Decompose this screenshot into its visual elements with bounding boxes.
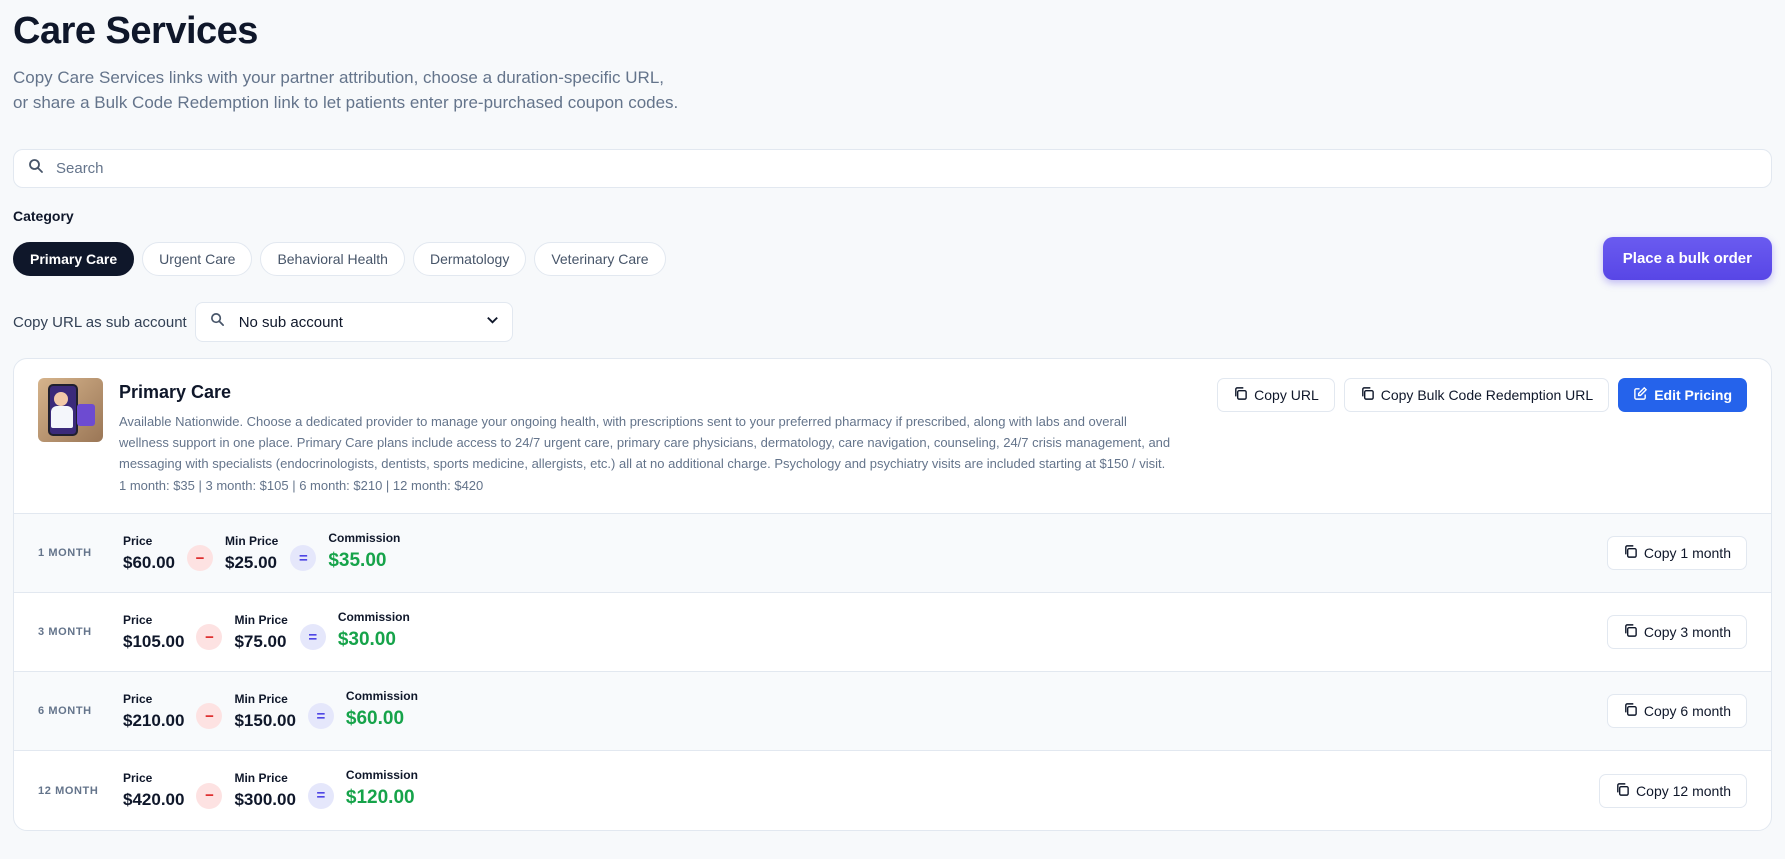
search-bar[interactable] [13, 149, 1772, 188]
page-title: Care Services [13, 10, 258, 52]
copy-6-month-button[interactable]: Copy 6 month [1606, 694, 1747, 728]
category-row: Primary Care Urgent Care Behavioral Heal… [13, 237, 1772, 280]
edit-icon [1633, 386, 1648, 404]
search-icon [28, 158, 44, 179]
pricing-row-3-month: 3 MONTH Price $105.00 − Min Price $75.00 =… [14, 593, 1771, 672]
duration-label: 12 MONTH [38, 784, 99, 797]
service-card: Primary Care Available Nationwide. Choos… [13, 358, 1772, 831]
copy-icon [1623, 702, 1638, 720]
service-title: Primary Care [119, 382, 232, 402]
duration-label: 3 MONTH [38, 626, 92, 638]
equals-icon: = [299, 624, 326, 650]
copy-icon [1623, 544, 1638, 562]
copy-icon [1360, 386, 1375, 404]
minus-icon: − [196, 624, 223, 650]
price-cell: Price $60.00 [123, 533, 175, 572]
category-chips: Primary Care Urgent Care Behavioral Heal… [13, 241, 666, 276]
equals-icon: = [307, 782, 334, 809]
duration-label: 1 MONTH [38, 547, 92, 559]
minus-icon: − [196, 703, 223, 729]
page-subtitle: Copy Care Services links with your partn… [13, 65, 1772, 115]
search-icon [210, 312, 225, 332]
sub-account-value: No sub account [238, 313, 343, 331]
search-input[interactable] [56, 160, 1771, 177]
min-price-cell: Min Price $300.00 [234, 771, 296, 809]
chip-urgent-care[interactable]: Urgent Care [142, 241, 253, 276]
copy-bulk-code-url-button[interactable]: Copy Bulk Code Redemption URL [1343, 378, 1610, 412]
chip-dermatology[interactable]: Dermatology [412, 241, 527, 276]
duration-label: 6 MONTH [38, 705, 92, 717]
commission-cell: Commission $30.00 [337, 609, 410, 650]
subtitle-line-2: or share a Bulk Code Redemption link to … [13, 93, 679, 112]
price-cell: Price $105.00 [123, 612, 185, 651]
care-services-page: Care Services Copy Care Services links w… [0, 0, 1785, 831]
equals-icon: = [307, 703, 334, 729]
minus-icon: − [187, 545, 213, 571]
chip-behavioral-health[interactable]: Behavioral Health [260, 241, 405, 276]
copy-1-month-button[interactable]: Copy 1 month [1606, 536, 1747, 570]
subtitle-line-1: Copy Care Services links with your partn… [13, 68, 665, 87]
edit-pricing-button[interactable]: Edit Pricing [1618, 378, 1747, 412]
chip-primary-care[interactable]: Primary Care [13, 241, 135, 276]
copy-icon [1615, 782, 1630, 800]
min-price-cell: Min Price $25.00 [225, 533, 279, 572]
service-thumbnail [38, 378, 103, 442]
service-info: Primary Care Available Nationwide. Choos… [119, 378, 1217, 493]
copy-12-month-button[interactable]: Copy 12 month [1599, 773, 1747, 808]
equals-icon: = [290, 545, 317, 571]
commission-cell: Commission $120.00 [345, 768, 418, 808]
pricing-row-6-month: 6 MONTH Price $210.00 − Min Price $150.00 … [14, 672, 1771, 751]
chevron-down-icon [485, 312, 500, 332]
service-header: Primary Care Available Nationwide. Choos… [14, 359, 1771, 514]
commission-cell: Commission $60.00 [345, 688, 418, 729]
service-price-summary: 1 month: $35 | 3 month: $105 | 6 month: … [119, 478, 484, 493]
copy-icon [1623, 623, 1638, 641]
place-bulk-order-button[interactable]: Place a bulk order [1602, 237, 1772, 280]
copy-3-month-button[interactable]: Copy 3 month [1606, 615, 1747, 649]
pricing-row-1-month: 1 MONTH Price $60.00 − Min Price $25.00 = … [14, 514, 1771, 593]
min-price-cell: Min Price $75.00 [234, 612, 288, 651]
category-label: Category [13, 208, 74, 224]
sub-account-select[interactable]: No sub account [194, 302, 513, 342]
service-actions: Copy URL Copy Bulk Code Redemption URL E… [1217, 378, 1747, 493]
pricing-row-12-month: 12 MONTH Price $420.00 − Min Price $300.00… [14, 751, 1771, 830]
minus-icon: − [196, 782, 223, 809]
copy-url-button[interactable]: Copy URL [1217, 378, 1335, 412]
sub-account-label: Copy URL as sub account [13, 313, 187, 331]
service-description: Available Nationwide. Choose a dedicated… [119, 414, 1171, 471]
min-price-cell: Min Price $150.00 [234, 691, 296, 730]
copy-icon [1233, 386, 1248, 404]
price-cell: Price $420.00 [123, 771, 185, 809]
commission-cell: Commission $35.00 [328, 530, 401, 571]
sub-account-row: Copy URL as sub account No sub account [13, 302, 1772, 342]
chip-veterinary-care[interactable]: Veterinary Care [534, 241, 666, 276]
price-cell: Price $210.00 [123, 691, 185, 730]
